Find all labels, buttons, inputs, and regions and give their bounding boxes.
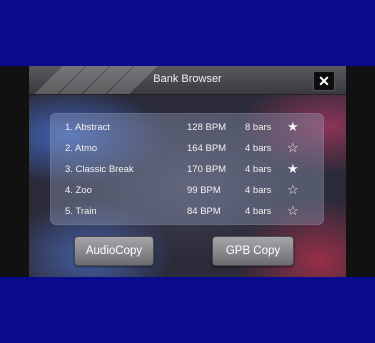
close-button[interactable]: ✕ [313, 71, 335, 91]
bank-bars: 4 bars [245, 164, 272, 175]
bank-name: 5. Train [65, 206, 97, 217]
gpb-copy-button[interactable]: GPB Copy [212, 236, 294, 266]
bank-row[interactable]: 3. Classic Break 170 BPM 4 bars ★ [50, 159, 324, 180]
star-filled-icon[interactable]: ★ [287, 161, 299, 177]
star-outline-icon[interactable]: ☆ [287, 203, 299, 219]
bank-name: 1. Abstract [65, 122, 110, 133]
bank-row[interactable]: 2. Atmo 164 BPM 4 bars ☆ [50, 138, 324, 159]
bank-bpm: 99 BPM [187, 185, 221, 196]
bank-bars: 4 bars [245, 185, 272, 196]
window-title: Bank Browser [153, 73, 222, 85]
title-bar: Bank Browser ✕ [29, 66, 346, 95]
bank-name: 3. Classic Break [65, 164, 134, 175]
bank-row[interactable]: 4. Zoo 99 BPM 4 bars ☆ [50, 180, 324, 201]
bank-bars: 4 bars [245, 206, 272, 217]
close-icon: ✕ [318, 73, 330, 89]
bank-bpm: 164 BPM [187, 143, 227, 154]
bank-bars: 4 bars [245, 143, 272, 154]
star-outline-icon[interactable]: ☆ [287, 182, 299, 198]
bank-name: 4. Zoo [65, 185, 92, 196]
bank-list: 1. Abstract 128 BPM 8 bars ★ 2. Atmo 164… [50, 113, 324, 225]
bank-bpm: 170 BPM [187, 164, 227, 175]
bank-name: 2. Atmo [65, 143, 98, 154]
app-screen: Bank Browser ✕ 1. Abstract 128 BPM 8 bar… [29, 66, 346, 277]
audio-copy-button[interactable]: AudioCopy [74, 236, 154, 266]
bank-row[interactable]: 1. Abstract 128 BPM 8 bars ★ [50, 117, 324, 138]
device-frame: Bank Browser ✕ 1. Abstract 128 BPM 8 bar… [0, 66, 375, 277]
star-outline-icon[interactable]: ☆ [287, 140, 299, 156]
star-filled-icon[interactable]: ★ [287, 119, 299, 135]
bank-bars: 8 bars [245, 122, 272, 133]
bank-bpm: 128 BPM [187, 122, 227, 133]
bank-bpm: 84 BPM [187, 206, 221, 217]
bank-row[interactable]: 5. Train 84 BPM 4 bars ☆ [50, 201, 324, 222]
